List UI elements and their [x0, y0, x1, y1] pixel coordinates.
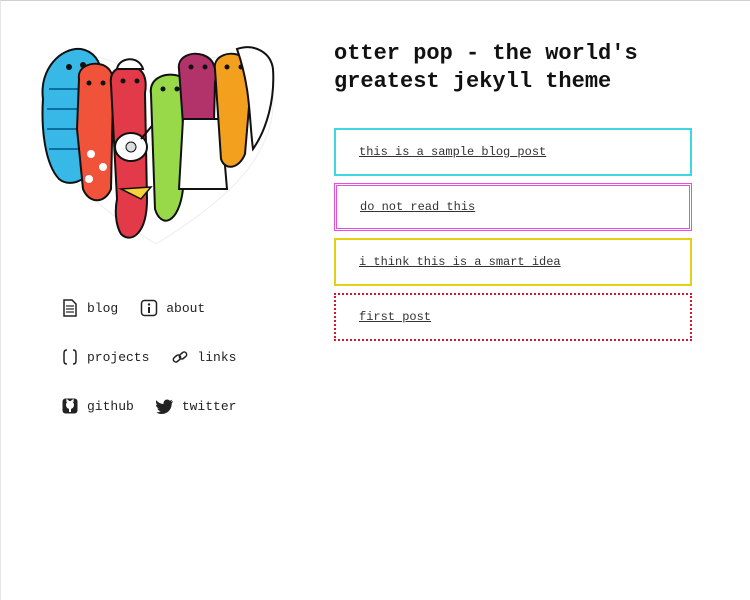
- nav-link-label: twitter: [181, 398, 237, 414]
- post-link[interactable]: i think this is a smart idea: [359, 255, 561, 269]
- post-card[interactable]: do not read this: [334, 183, 692, 231]
- post-card[interactable]: this is a sample blog post: [334, 128, 692, 176]
- brackets-icon: [63, 349, 77, 365]
- nav-link-links[interactable]: links: [171, 348, 236, 366]
- nav-link-label: about: [166, 300, 206, 316]
- heart-illustration-svg: [40, 46, 275, 245]
- post-list: this is a sample blog post do not read t…: [334, 128, 692, 348]
- twitter-bird-icon: [155, 399, 173, 414]
- nav-link-label: blog: [87, 300, 119, 316]
- post-card[interactable]: first post: [334, 293, 692, 341]
- nav-row: github twitter: [61, 394, 281, 418]
- nav-link-twitter[interactable]: twitter: [155, 397, 237, 415]
- nav-link-projects[interactable]: projects: [61, 348, 149, 366]
- post-link[interactable]: this is a sample blog post: [359, 145, 546, 159]
- post-link[interactable]: do not read this: [360, 200, 475, 214]
- info-icon: [140, 299, 158, 317]
- post-card[interactable]: i think this is a smart idea: [334, 238, 692, 286]
- nav-link-label: links: [197, 349, 237, 365]
- nav-row: projects links: [61, 345, 281, 369]
- otter-pop-heart-illustration: [31, 39, 281, 254]
- chain-link-icon: [173, 351, 188, 363]
- site-nav: blog about projects links github twitter: [61, 296, 281, 443]
- github-icon: [62, 398, 78, 414]
- nav-link-label: github: [87, 398, 134, 414]
- nav-link-about[interactable]: about: [140, 299, 205, 317]
- nav-link-blog[interactable]: blog: [61, 299, 118, 317]
- page-title: otter pop - the world's greatest jekyll …: [334, 41, 638, 94]
- document-icon: [63, 299, 77, 317]
- nav-link-github[interactable]: github: [61, 397, 134, 415]
- post-link[interactable]: first post: [359, 310, 431, 324]
- nav-link-label: projects: [87, 349, 150, 365]
- nav-row: blog about: [61, 296, 281, 320]
